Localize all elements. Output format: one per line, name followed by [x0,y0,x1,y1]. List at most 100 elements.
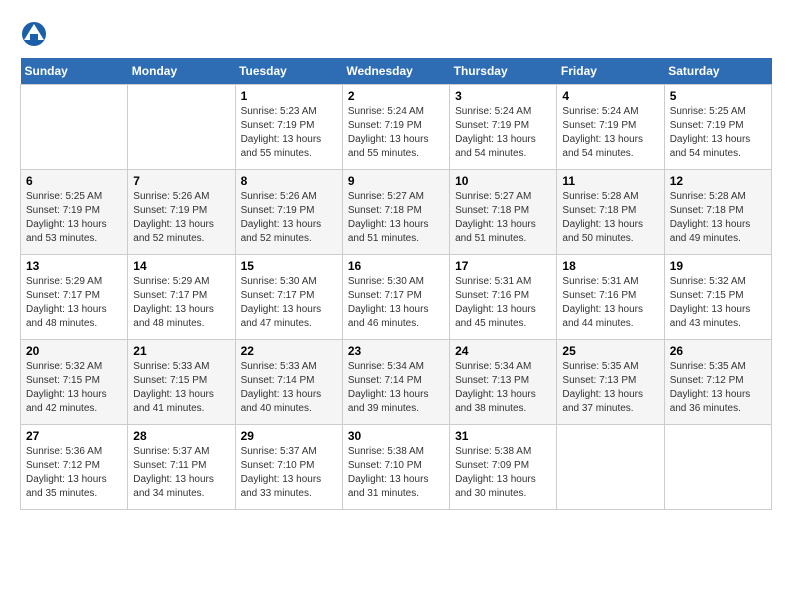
day-info: Sunrise: 5:28 AM Sunset: 7:18 PM Dayligh… [562,190,658,246]
calendar-cell: 25 Sunrise: 5:35 AM Sunset: 7:13 PM Dayli… [557,340,664,425]
day-info: Sunrise: 5:28 AM Sunset: 7:18 PM Dayligh… [670,190,766,246]
calendar-cell: 16 Sunrise: 5:30 AM Sunset: 7:17 PM Dayli… [342,255,449,340]
day-info: Sunrise: 5:38 AM Sunset: 7:09 PM Dayligh… [455,445,551,501]
day-info: Sunrise: 5:30 AM Sunset: 7:17 PM Dayligh… [241,275,337,331]
day-number: 5 [670,89,766,103]
day-number: 14 [133,259,229,273]
calendar-header-wednesday: Wednesday [342,58,449,85]
day-number: 22 [241,344,337,358]
day-number: 15 [241,259,337,273]
calendar-cell [128,85,235,170]
calendar-header-row: SundayMondayTuesdayWednesdayThursdayFrid… [21,58,772,85]
day-number: 26 [670,344,766,358]
day-info: Sunrise: 5:25 AM Sunset: 7:19 PM Dayligh… [670,105,766,161]
day-info: Sunrise: 5:29 AM Sunset: 7:17 PM Dayligh… [26,275,122,331]
day-number: 25 [562,344,658,358]
day-info: Sunrise: 5:33 AM Sunset: 7:14 PM Dayligh… [241,360,337,416]
day-info: Sunrise: 5:30 AM Sunset: 7:17 PM Dayligh… [348,275,444,331]
calendar-cell: 5 Sunrise: 5:25 AM Sunset: 7:19 PM Daylig… [664,85,771,170]
day-info: Sunrise: 5:35 AM Sunset: 7:13 PM Dayligh… [562,360,658,416]
calendar-cell: 31 Sunrise: 5:38 AM Sunset: 7:09 PM Dayli… [450,425,557,510]
calendar-week-row: 27Sunrise: 5:36 AM Sunset: 7:12 PM Dayli… [21,425,772,510]
calendar-cell: 20Sunrise: 5:32 AM Sunset: 7:15 PM Dayli… [21,340,128,425]
calendar-cell: 7 Sunrise: 5:26 AM Sunset: 7:19 PM Daylig… [128,170,235,255]
day-number: 8 [241,174,337,188]
calendar-header-sunday: Sunday [21,58,128,85]
calendar-cell: 6 Sunrise: 5:25 AM Sunset: 7:19 PM Daylig… [21,170,128,255]
day-number: 23 [348,344,444,358]
calendar-cell: 28 Sunrise: 5:37 AM Sunset: 7:11 PM Dayli… [128,425,235,510]
day-info: Sunrise: 5:26 AM Sunset: 7:19 PM Dayligh… [133,190,229,246]
day-number: 18 [562,259,658,273]
calendar-cell: 8 Sunrise: 5:26 AM Sunset: 7:19 PM Daylig… [235,170,342,255]
day-info: Sunrise: 5:24 AM Sunset: 7:19 PM Dayligh… [348,105,444,161]
day-number: 20 [26,344,122,358]
day-info: Sunrise: 5:38 AM Sunset: 7:10 PM Dayligh… [348,445,444,501]
day-info: Sunrise: 5:36 AM Sunset: 7:12 PM Dayligh… [26,445,122,501]
calendar-cell: 27Sunrise: 5:36 AM Sunset: 7:12 PM Dayli… [21,425,128,510]
calendar-cell: 22 Sunrise: 5:33 AM Sunset: 7:14 PM Dayli… [235,340,342,425]
day-number: 1 [241,89,337,103]
calendar-cell: 9Sunrise: 5:27 AM Sunset: 7:18 PM Daylig… [342,170,449,255]
day-info: Sunrise: 5:27 AM Sunset: 7:18 PM Dayligh… [348,190,444,246]
day-number: 28 [133,429,229,443]
day-info: Sunrise: 5:37 AM Sunset: 7:11 PM Dayligh… [133,445,229,501]
calendar-week-row: 13 Sunrise: 5:29 AM Sunset: 7:17 PM Dayli… [21,255,772,340]
calendar-header-saturday: Saturday [664,58,771,85]
day-info: Sunrise: 5:34 AM Sunset: 7:14 PM Dayligh… [348,360,444,416]
calendar-table: SundayMondayTuesdayWednesdayThursdayFrid… [20,58,772,510]
calendar-header-tuesday: Tuesday [235,58,342,85]
calendar-cell: 21Sunrise: 5:33 AM Sunset: 7:15 PM Dayli… [128,340,235,425]
calendar-cell [21,85,128,170]
calendar-header-thursday: Thursday [450,58,557,85]
calendar-cell: 1 Sunrise: 5:23 AM Sunset: 7:19 PM Daylig… [235,85,342,170]
day-info: Sunrise: 5:33 AM Sunset: 7:15 PM Dayligh… [133,360,229,416]
calendar-cell: 12 Sunrise: 5:28 AM Sunset: 7:18 PM Dayli… [664,170,771,255]
calendar-cell: 24Sunrise: 5:34 AM Sunset: 7:13 PM Dayli… [450,340,557,425]
calendar-cell: 14 Sunrise: 5:29 AM Sunset: 7:17 PM Dayli… [128,255,235,340]
calendar-cell: 15 Sunrise: 5:30 AM Sunset: 7:17 PM Dayli… [235,255,342,340]
day-number: 19 [670,259,766,273]
calendar-cell: 17 Sunrise: 5:31 AM Sunset: 7:16 PM Dayli… [450,255,557,340]
calendar-header-friday: Friday [557,58,664,85]
day-info: Sunrise: 5:25 AM Sunset: 7:19 PM Dayligh… [26,190,122,246]
calendar-cell: 18 Sunrise: 5:31 AM Sunset: 7:16 PM Dayli… [557,255,664,340]
day-info: Sunrise: 5:23 AM Sunset: 7:19 PM Dayligh… [241,105,337,161]
day-number: 10 [455,174,551,188]
calendar-header-monday: Monday [128,58,235,85]
calendar-cell: 4 Sunrise: 5:24 AM Sunset: 7:19 PM Daylig… [557,85,664,170]
calendar-week-row: 1 Sunrise: 5:23 AM Sunset: 7:19 PM Daylig… [21,85,772,170]
day-number: 16 [348,259,444,273]
calendar-cell: 26 Sunrise: 5:35 AM Sunset: 7:12 PM Dayli… [664,340,771,425]
day-number: 4 [562,89,658,103]
day-info: Sunrise: 5:31 AM Sunset: 7:16 PM Dayligh… [562,275,658,331]
day-number: 17 [455,259,551,273]
calendar-week-row: 6 Sunrise: 5:25 AM Sunset: 7:19 PM Daylig… [21,170,772,255]
day-info: Sunrise: 5:24 AM Sunset: 7:19 PM Dayligh… [562,105,658,161]
day-info: Sunrise: 5:37 AM Sunset: 7:10 PM Dayligh… [241,445,337,501]
calendar-cell [557,425,664,510]
calendar-week-row: 20Sunrise: 5:32 AM Sunset: 7:15 PM Dayli… [21,340,772,425]
day-info: Sunrise: 5:32 AM Sunset: 7:15 PM Dayligh… [670,275,766,331]
day-number: 31 [455,429,551,443]
calendar-cell: 11 Sunrise: 5:28 AM Sunset: 7:18 PM Dayli… [557,170,664,255]
calendar-cell: 23 Sunrise: 5:34 AM Sunset: 7:14 PM Dayli… [342,340,449,425]
page-header [20,20,772,48]
day-info: Sunrise: 5:26 AM Sunset: 7:19 PM Dayligh… [241,190,337,246]
calendar-cell: 10Sunrise: 5:27 AM Sunset: 7:18 PM Dayli… [450,170,557,255]
day-number: 7 [133,174,229,188]
day-info: Sunrise: 5:35 AM Sunset: 7:12 PM Dayligh… [670,360,766,416]
calendar-cell: 30Sunrise: 5:38 AM Sunset: 7:10 PM Dayli… [342,425,449,510]
day-number: 13 [26,259,122,273]
calendar-cell [664,425,771,510]
day-number: 11 [562,174,658,188]
day-info: Sunrise: 5:29 AM Sunset: 7:17 PM Dayligh… [133,275,229,331]
calendar-cell: 29Sunrise: 5:37 AM Sunset: 7:10 PM Dayli… [235,425,342,510]
calendar-cell: 13 Sunrise: 5:29 AM Sunset: 7:17 PM Dayli… [21,255,128,340]
day-number: 3 [455,89,551,103]
day-info: Sunrise: 5:24 AM Sunset: 7:19 PM Dayligh… [455,105,551,161]
day-info: Sunrise: 5:31 AM Sunset: 7:16 PM Dayligh… [455,275,551,331]
day-number: 12 [670,174,766,188]
day-number: 6 [26,174,122,188]
logo [20,20,50,48]
